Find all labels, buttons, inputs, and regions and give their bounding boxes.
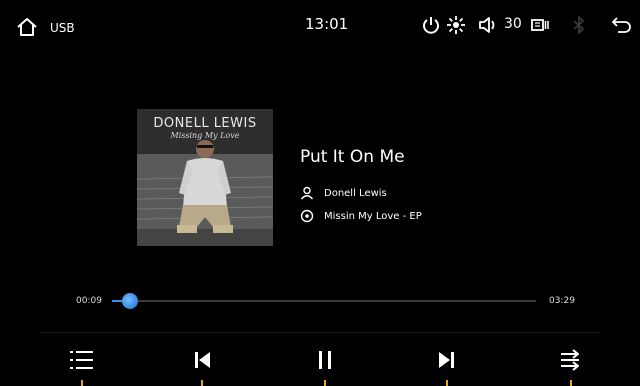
home-icon[interactable]: [16, 17, 38, 37]
playlist-icon: [70, 351, 93, 369]
bluetooth-icon[interactable]: [571, 15, 587, 35]
power-icon[interactable]: [422, 15, 440, 35]
album-art-artist-text: DONELL LEWIS: [153, 116, 257, 131]
progress-bar[interactable]: [112, 300, 536, 302]
total-time: 03:29: [549, 296, 575, 306]
album-name: Missin My Love - EP: [324, 210, 422, 222]
repeat-indicator: [570, 380, 572, 386]
person-icon: [300, 186, 314, 200]
playlist-indicator: [81, 380, 83, 386]
album-row: Missin My Love - EP: [300, 209, 422, 223]
volume-icon[interactable]: [477, 15, 497, 35]
previous-icon: [195, 352, 210, 368]
display-icon[interactable]: [530, 15, 550, 35]
album-art: DONELL LEWIS Missing My Love: [137, 109, 273, 246]
album-art-album-text: Missing My Love: [170, 131, 240, 140]
clock: 13:01: [305, 15, 349, 33]
repeat-button[interactable]: [556, 345, 586, 375]
artist-name: Donell Lewis: [324, 187, 387, 199]
next-icon: [439, 352, 454, 368]
status-bar: USB 13:01 30: [0, 0, 640, 40]
artist-row: Donell Lewis: [300, 186, 387, 200]
progress-handle[interactable]: [122, 293, 138, 309]
divider: [40, 332, 600, 333]
repeat-icon: [561, 349, 579, 371]
brightness-icon[interactable]: [446, 15, 466, 35]
disc-icon: [300, 209, 314, 223]
previous-button[interactable]: [187, 345, 217, 375]
elapsed-time: 00:09: [76, 296, 102, 306]
volume-level: 30: [504, 16, 522, 32]
source-label[interactable]: USB: [50, 21, 75, 35]
pause-button[interactable]: [310, 345, 340, 375]
back-icon[interactable]: [610, 15, 632, 35]
next-indicator: [446, 380, 448, 386]
next-button[interactable]: [432, 345, 462, 375]
playlist-button[interactable]: [67, 345, 97, 375]
pause-icon: [319, 351, 331, 369]
track-title: Put It On Me: [300, 147, 405, 167]
previous-indicator: [201, 380, 203, 386]
pause-indicator: [324, 380, 326, 386]
